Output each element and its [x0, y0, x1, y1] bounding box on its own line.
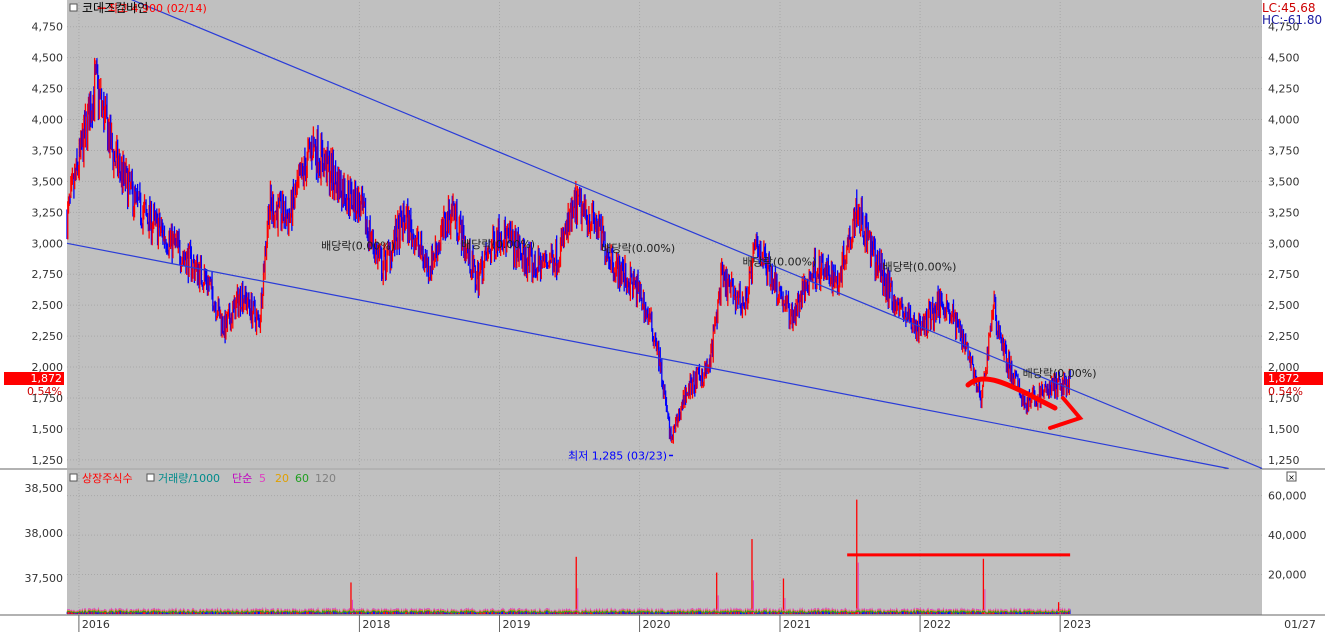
vol-tick-right: 60,000: [1268, 490, 1307, 503]
price-tick-left: 4,500: [32, 52, 64, 65]
legend-ma60: 60: [295, 472, 309, 485]
volume-panel[interactable]: [67, 470, 1262, 615]
price-tick-left: 3,000: [32, 237, 64, 250]
x-tick-label: 2021: [783, 618, 811, 631]
price-tick-right: 3,000: [1268, 237, 1300, 250]
dividend-annotation: 배당락(0.00%): [1023, 367, 1097, 380]
price-tick-left: 4,250: [32, 83, 64, 96]
price-tick-right: 1,500: [1268, 423, 1300, 436]
price-tick-left: 2,250: [32, 330, 64, 343]
x-tick-label: 2020: [643, 618, 671, 631]
price-tick-left: 3,500: [32, 175, 64, 188]
price-tick-left: 1,500: [32, 423, 64, 436]
x-tick-label: 2016: [82, 618, 110, 631]
stock-chart[interactable]: 1,2501,5001,7502,0002,2502,5002,7503,000…: [0, 0, 1325, 635]
dividend-annotation: 배당락(0.00%): [883, 261, 957, 274]
dividend-annotation: 배당락(0.00%): [461, 238, 535, 251]
price-tick-left: 2,750: [32, 268, 64, 281]
price-tick-left: 4,750: [32, 21, 64, 34]
price-tick-right: 4,250: [1268, 83, 1300, 96]
legend-ma120: 120: [315, 472, 336, 485]
price-tick-right: 2,250: [1268, 330, 1300, 343]
price-tick-right: 2,500: [1268, 299, 1300, 312]
x-tick-label: 2023: [1063, 618, 1091, 631]
vol-tick-right: 40,000: [1268, 529, 1307, 542]
shares-tick-left: 38,000: [25, 527, 64, 540]
legend-shares: 상장주식수: [82, 472, 133, 485]
price-tick-right: 2,750: [1268, 268, 1300, 281]
legend-ma5: 5: [259, 472, 266, 485]
shares-tick-left: 37,500: [25, 572, 64, 585]
price-tick-left: 3,250: [32, 206, 64, 219]
price-tick-left: 1,250: [32, 454, 64, 467]
legend-ma-prefix: 단순: [232, 472, 252, 485]
price-tick-right: 3,750: [1268, 144, 1300, 157]
chart-title: 코데즈컴바인: [82, 1, 148, 15]
price-tick-right: 4,000: [1268, 114, 1300, 127]
title-checkbox-icon[interactable]: [69, 3, 78, 12]
price-tick-left: 2,500: [32, 299, 64, 312]
dividend-annotation: 배당락(0.00%): [742, 256, 816, 269]
change-right: 0.54%: [1268, 385, 1303, 398]
change-left: 0.54%: [27, 385, 62, 398]
price-tick-left: 4,000: [32, 114, 64, 127]
legend-checkbox-icon[interactable]: [69, 473, 78, 482]
low-annotation: 최저 1,285 (03/23): [568, 449, 667, 462]
price-tick-right: 4,500: [1268, 52, 1300, 65]
vol-tick-right: 20,000: [1268, 569, 1307, 582]
current-date: 01/27: [1284, 618, 1316, 631]
price-tick-left: 3,750: [32, 144, 64, 157]
dividend-annotation: 배당락(0.00%): [601, 242, 675, 255]
legend-volume: 거래량/1000: [158, 472, 220, 485]
dividend-annotation: 배당락(0.00%): [321, 239, 395, 252]
legend-ma20: 20: [275, 472, 289, 485]
x-tick-label: 2019: [502, 618, 530, 631]
price-box-right-value: 1,872: [1268, 372, 1300, 385]
hc-value: HC:-61.80: [1262, 13, 1322, 27]
x-tick-label: 2018: [362, 618, 390, 631]
close-icon[interactable]: ×: [1288, 473, 1295, 482]
shares-tick-left: 38,500: [25, 482, 64, 495]
price-tick-right: 3,250: [1268, 206, 1300, 219]
legend-volume-checkbox-icon[interactable]: [146, 473, 155, 482]
price-tick-right: 3,500: [1268, 175, 1300, 188]
price-tick-right: 1,250: [1268, 454, 1300, 467]
price-box-left-value: 1,872: [31, 372, 63, 385]
x-tick-label: 2022: [923, 618, 951, 631]
